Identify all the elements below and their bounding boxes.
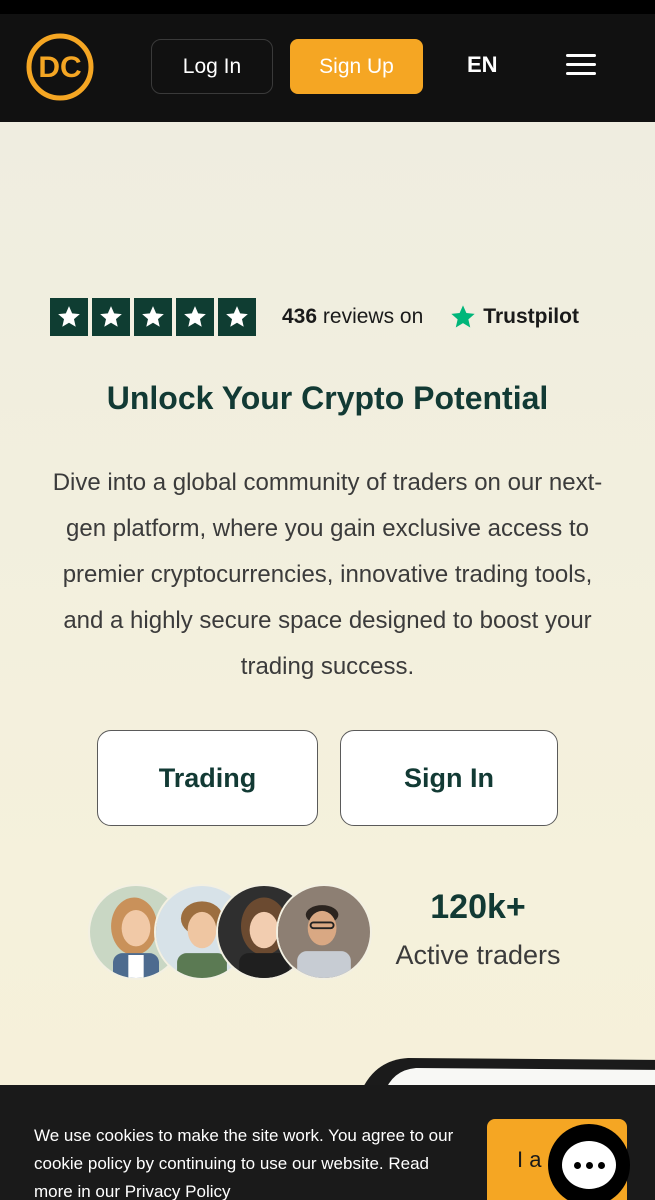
login-button[interactable]: Log In bbox=[151, 39, 273, 94]
avatar bbox=[276, 884, 372, 980]
trader-avatars bbox=[88, 884, 378, 982]
reviews-suffix: reviews on bbox=[322, 305, 424, 328]
trustpilot-link[interactable]: Trustpilot bbox=[483, 305, 579, 329]
star-icon bbox=[50, 298, 88, 336]
star-icon bbox=[176, 298, 214, 336]
trading-button[interactable]: Trading bbox=[97, 730, 318, 826]
hero-description: Dive into a global community of traders … bbox=[52, 469, 603, 680]
chat-icon bbox=[562, 1141, 616, 1189]
trustpilot-star-icon bbox=[451, 305, 475, 328]
page-title: Unlock Your Crypto Potential bbox=[106, 380, 549, 416]
reviews-count: 436 reviews on bbox=[282, 305, 423, 329]
hamburger-icon[interactable] bbox=[566, 54, 596, 80]
star-icon bbox=[218, 298, 256, 336]
chat-widget-button[interactable] bbox=[548, 1124, 630, 1200]
star-icon bbox=[92, 298, 130, 336]
signup-button[interactable]: Sign Up bbox=[290, 39, 423, 94]
active-traders-label: Active traders bbox=[395, 940, 561, 970]
logo-icon[interactable]: DC bbox=[26, 33, 94, 101]
logo-text: DC bbox=[38, 51, 81, 84]
signin-button[interactable]: Sign In bbox=[340, 730, 558, 826]
trustpilot-rating: 436 reviews on Trustpilot bbox=[50, 297, 579, 337]
status-bar bbox=[0, 0, 655, 14]
star-icon bbox=[134, 298, 172, 336]
language-selector[interactable]: EN bbox=[467, 52, 498, 78]
rating-stars bbox=[50, 298, 256, 336]
active-traders-count: 120k+ bbox=[430, 888, 526, 926]
reviews-number: 436 bbox=[282, 305, 318, 328]
site-header: DC Log In Sign Up EN bbox=[0, 14, 655, 122]
cookie-message: We use cookies to make the site work. Yo… bbox=[34, 1126, 454, 1200]
